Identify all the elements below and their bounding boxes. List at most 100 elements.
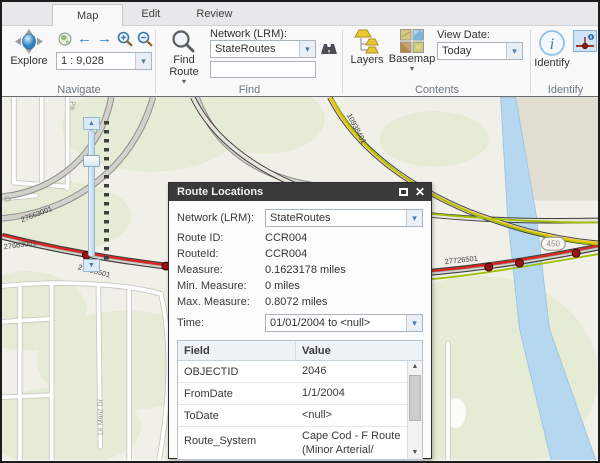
close-button[interactable]: ✕: [415, 186, 425, 198]
group-separator: [342, 30, 343, 93]
route-shield-text: 450: [547, 240, 561, 249]
route-shield: 450: [541, 237, 565, 250]
svg-text:Dr: Dr: [5, 196, 13, 203]
layers-icon: [354, 29, 380, 54]
tab-map[interactable]: Map: [52, 4, 123, 26]
dialog-title-bar[interactable]: Route Locations ✕: [169, 183, 431, 201]
ribbon: Explore ← →: [2, 26, 598, 96]
identify-label: Identify: [534, 57, 569, 69]
dialog-time-combobox[interactable]: 01/01/2004 to <null> ▾: [265, 314, 423, 332]
table-row[interactable]: OBJECTID 2046: [178, 361, 407, 383]
chevron-down-icon[interactable]: ▾: [135, 53, 151, 69]
find-route-magnifier-icon: [171, 29, 197, 54]
view-date-combobox[interactable]: Today ▾: [437, 42, 523, 60]
arrow-right-icon: →: [97, 31, 112, 46]
field-value: CCR004: [265, 248, 307, 260]
identify-button[interactable]: i Identify: [533, 29, 571, 69]
fixed-zoom-out-button[interactable]: [136, 30, 153, 47]
explore-label: Explore: [10, 55, 47, 67]
previous-extent-button[interactable]: ←: [76, 30, 93, 47]
globe-icon: [58, 32, 72, 46]
maximize-icon: [399, 188, 408, 196]
field-label: Network (LRM):: [177, 212, 265, 224]
map-zoom-slider[interactable]: ▲ ▼: [83, 117, 109, 272]
table-row[interactable]: Route_System Cape Cod - F Route (Minor A…: [178, 427, 407, 460]
explore-button[interactable]: Explore: [6, 28, 52, 67]
tab-review[interactable]: Review: [178, 2, 250, 25]
chevron-down-icon[interactable]: ▾: [506, 43, 522, 59]
binoculars-button[interactable]: [320, 42, 338, 60]
next-extent-button[interactable]: →: [96, 30, 113, 47]
zoom-slider-up-button[interactable]: ▲: [83, 117, 100, 130]
group-find: Find Route ▾ Network (LRM): StateRoutes …: [158, 26, 341, 96]
field-label: Max. Measure:: [177, 296, 265, 308]
route-input[interactable]: [210, 61, 316, 78]
nav-small-buttons: ← →: [56, 30, 153, 47]
cell-field: FromDate: [178, 388, 296, 400]
table-row[interactable]: FromDate 1/1/2004: [178, 383, 407, 405]
chevron-down-icon: ▾: [410, 65, 414, 73]
map-scale-value: 1 : 9,028: [57, 55, 135, 67]
scroll-up-icon[interactable]: ▲: [408, 361, 422, 373]
table-row[interactable]: ToDate <null>: [178, 405, 407, 427]
group-label-identify: Identify: [533, 84, 598, 96]
full-extent-globe-button[interactable]: [56, 30, 73, 47]
fixed-zoom-in-button[interactable]: [116, 30, 133, 47]
map-scale-combobox[interactable]: 1 : 9,028 ▾: [56, 52, 152, 70]
chevron-down-icon[interactable]: ▾: [299, 41, 315, 57]
identify-icon: i: [538, 29, 566, 57]
cell-field: ToDate: [178, 410, 296, 422]
chevron-down-icon[interactable]: ▾: [406, 210, 422, 226]
group-label-find: Find: [158, 84, 341, 96]
dialog-network-combobox[interactable]: StateRoutes ▾: [265, 209, 423, 227]
view-date-value: Today: [438, 45, 506, 57]
group-label-contents: Contents: [345, 84, 529, 96]
network-lrm-label: Network (LRM):: [210, 28, 287, 40]
svg-text:Pa: Pa: [69, 101, 76, 110]
identify-route-icon: [575, 33, 595, 50]
route-locations-dialog: Route Locations ✕ Network (LRM): StateRo…: [168, 182, 432, 459]
binoculars-icon: [320, 42, 338, 55]
zoom-slider-down-button[interactable]: ▼: [83, 259, 100, 272]
cell-field: OBJECTID: [178, 366, 296, 378]
zoom-slider-handle[interactable]: [83, 155, 100, 167]
attributes-table: Field Value OBJECTID 2046 FromDate 1/1/2…: [177, 340, 423, 460]
dialog-body: Network (LRM): StateRoutes ▾ Route ID:CC…: [169, 201, 431, 460]
scrollbar-thumb[interactable]: [409, 375, 421, 421]
column-header-field: Field: [178, 341, 296, 360]
field-label: Time:: [177, 317, 265, 329]
group-identify: i Identify Identify: [533, 26, 598, 96]
field-value: 0.1623178 miles: [265, 264, 346, 276]
app-window: Map Edit Review Explore: [0, 0, 600, 463]
cell-field: Route_System: [178, 427, 296, 447]
identify-route-locations-tool[interactable]: [573, 30, 597, 52]
zoom-slider-track[interactable]: [88, 130, 95, 257]
group-separator: [155, 30, 156, 93]
maximize-button[interactable]: [399, 183, 408, 201]
cell-value: 1/1/2004: [296, 387, 407, 401]
scroll-down-icon[interactable]: ▼: [408, 447, 422, 459]
basemap-button[interactable]: Basemap ▾: [389, 29, 435, 73]
field-label: Measure:: [177, 264, 265, 276]
group-contents: Layers Basemap ▾ View Date: Today: [345, 26, 529, 96]
layers-button[interactable]: Layers: [347, 29, 387, 66]
column-header-value: Value: [296, 345, 422, 357]
group-label-navigate: Navigate: [4, 84, 154, 96]
cell-value: Cape Cod - F Route (Minor Arterial/ Coll…: [296, 427, 407, 460]
cell-value: 2046: [296, 365, 407, 379]
ribbon-tab-strip: Map Edit Review: [2, 2, 598, 26]
svg-text:Le Manz Dr: Le Manz Dr: [97, 398, 104, 435]
group-navigate: Explore ← →: [4, 26, 154, 96]
cell-value: <null>: [296, 409, 407, 423]
network-lrm-combobox[interactable]: StateRoutes ▾: [210, 40, 316, 58]
arrow-left-icon: ←: [77, 31, 92, 46]
chevron-down-icon[interactable]: ▾: [406, 315, 422, 331]
layers-label: Layers: [350, 54, 383, 66]
find-route-button[interactable]: Find Route ▾: [162, 29, 206, 86]
table-scrollbar[interactable]: ▲ ▼: [407, 361, 422, 459]
zoom-out-icon: [137, 31, 153, 47]
basemap-icon: [400, 29, 424, 53]
zoom-slider-ticks: [104, 121, 109, 263]
tab-edit[interactable]: Edit: [123, 2, 178, 25]
field-label: Route ID:: [177, 232, 265, 244]
